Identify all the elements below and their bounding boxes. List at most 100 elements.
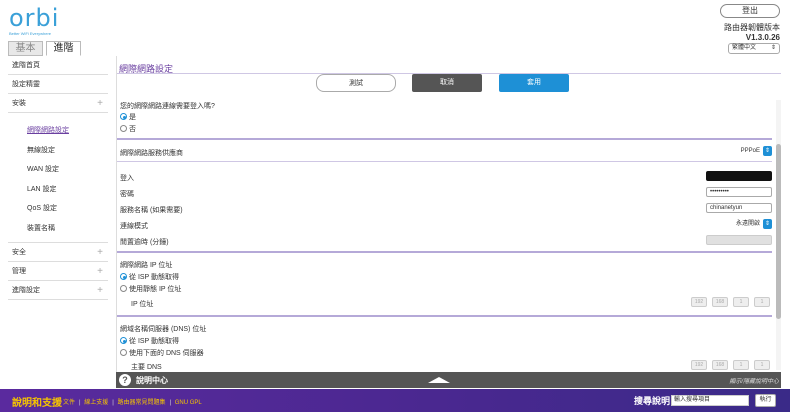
footer-links: 文件 | 線上支援 | 路由器常見問題集 | GNU GPL xyxy=(63,397,204,406)
section-divider xyxy=(117,315,772,317)
radio-icon[interactable] xyxy=(120,349,127,356)
ip-static-option[interactable]: 使用靜態 IP 位址 xyxy=(120,284,181,294)
sidebar-item-advanced-setup[interactable]: 進階設定 + xyxy=(8,281,108,300)
dns-octet-2[interactable]: 168 xyxy=(712,360,728,370)
footer-link-docs[interactable]: 文件 xyxy=(63,400,75,406)
header-right: 登出 路由器韌體版本 V1.3.0.26 繁體中文 ⇕ xyxy=(720,4,780,54)
isp-value: PPPoE xyxy=(740,148,760,154)
dns-dynamic-label: 從 ISP 動態取得 xyxy=(129,338,180,345)
radio-icon[interactable] xyxy=(120,285,127,292)
internet-ip-title: 網際網路 IP 位址 xyxy=(120,262,173,269)
sidebar-item-lan-setup[interactable]: LAN 設定 xyxy=(8,180,108,200)
login-yes-option[interactable]: 是 xyxy=(120,112,136,122)
login-no-label: 否 xyxy=(129,126,136,133)
radio-selected-icon[interactable] xyxy=(120,113,127,120)
dns-octet-3[interactable]: 1 xyxy=(733,360,749,370)
dns-manual-option[interactable]: 使用下面的 DNS 伺服器 xyxy=(120,348,204,358)
sidebar-item-administration[interactable]: 管理 + xyxy=(8,262,108,281)
service-name-label: 服務名稱 (如果需要) xyxy=(120,207,183,214)
chevron-up-icon[interactable] xyxy=(428,377,450,383)
login-label: 登入 xyxy=(120,175,134,182)
dns-title: 網域名稱伺服器 (DNS) 位址 xyxy=(120,326,207,333)
logo-text: orbi xyxy=(9,4,60,32)
settings-form: 您的網際網路連線需要登入嗎? 是 否 網際網路服務供應商 PPPoE ⇕ 登入 密… xyxy=(117,98,772,372)
sidebar-item-setup-wizard[interactable]: 設定精靈 xyxy=(8,75,108,94)
footer-link-online-support[interactable]: 線上支援 xyxy=(84,400,108,406)
idle-timeout-input[interactable] xyxy=(706,235,772,245)
toggle-help-link[interactable]: 顯示/隱藏說明中心 xyxy=(729,376,779,385)
main-panel: 網際網路設定 測試 取消 套用 您的網際網路連線需要登入嗎? 是 否 網際網路服… xyxy=(116,56,781,372)
sidebar-item-wireless-setup[interactable]: 無線設定 xyxy=(8,141,108,161)
help-support-title: 說明和支援 xyxy=(12,398,62,409)
isp-select[interactable]: PPPoE ⇕ xyxy=(732,146,772,156)
cancel-button[interactable]: 取消 xyxy=(412,74,482,92)
ip-dynamic-label: 從 ISP 動態取得 xyxy=(129,274,180,281)
primary-dns-label: 主要 DNS xyxy=(131,364,162,371)
ip-dynamic-option[interactable]: 從 ISP 動態取得 xyxy=(120,272,179,282)
password-label: 密碼 xyxy=(120,191,134,198)
dns-dynamic-option[interactable]: 從 ISP 動態取得 xyxy=(120,336,179,346)
login-input[interactable] xyxy=(706,171,772,181)
search-help-label: 搜尋說明 xyxy=(634,396,671,406)
select-arrows-icon: ⇕ xyxy=(763,146,772,156)
footer-link-faq[interactable]: 路由器常見問題集 xyxy=(118,400,166,406)
expand-plus-icon: + xyxy=(97,266,103,277)
dns-octet-4[interactable]: 1 xyxy=(754,360,770,370)
sidebar-item-security[interactable]: 安全 + xyxy=(8,243,108,262)
ip-octet-3[interactable]: 1 xyxy=(733,297,749,307)
isp-label: 網際網路服務供應商 xyxy=(120,150,183,157)
radio-selected-icon[interactable] xyxy=(120,273,127,280)
sidebar-item-label: 安裝 xyxy=(12,100,26,107)
tab-basic[interactable]: 基本 xyxy=(8,41,43,56)
search-input[interactable]: 輸入搜尋項目 xyxy=(671,395,749,406)
dns-manual-label: 使用下面的 DNS 伺服器 xyxy=(129,350,204,357)
link-separator: | xyxy=(169,400,172,406)
sidebar: 進階首頁 設定精靈 安裝 + 網際網路設定 無線設定 WAN 設定 LAN 設定 … xyxy=(8,56,108,300)
sidebar-item-label: 管理 xyxy=(12,268,26,275)
connection-mode-value: 永遠開啟 xyxy=(735,221,760,227)
connection-mode-select[interactable]: 永遠開啟 ⇕ xyxy=(728,219,772,229)
idle-timeout-label: 閒置逾時 (分鐘) xyxy=(120,239,169,246)
firmware-version: V1.3.0.26 xyxy=(745,33,780,42)
scrollbar-thumb[interactable] xyxy=(776,144,781,319)
sidebar-item-wan-setup[interactable]: WAN 設定 xyxy=(8,160,108,180)
select-arrows-icon: ⇕ xyxy=(763,219,772,229)
login-yes-label: 是 xyxy=(129,114,136,121)
radio-selected-icon[interactable] xyxy=(120,337,127,344)
expand-plus-icon: + xyxy=(97,247,103,258)
help-center-bar[interactable]: ? 說明中心 顯示/隱藏說明中心 xyxy=(116,372,781,388)
ip-octet-1[interactable]: 192 xyxy=(691,297,707,307)
expand-plus-icon: + xyxy=(97,98,103,109)
password-input[interactable]: ••••••••• xyxy=(706,187,772,197)
logout-button[interactable]: 登出 xyxy=(720,4,780,18)
link-separator: | xyxy=(112,400,114,406)
login-question: 您的網際網路連線需要登入嗎? xyxy=(120,103,215,110)
tab-advanced[interactable]: 進階 xyxy=(46,41,81,56)
footer: 說明和支援 文件 | 線上支援 | 路由器常見問題集 | GNU GPL 搜尋說明 輸… xyxy=(0,389,790,412)
radio-icon[interactable] xyxy=(120,125,127,132)
sidebar-item-device-name[interactable]: 裝置名稱 xyxy=(8,219,108,239)
scrollbar[interactable] xyxy=(776,100,781,370)
sidebar-item-label: 安全 xyxy=(12,249,26,256)
apply-button[interactable]: 套用 xyxy=(499,74,569,92)
search-go-button[interactable]: 執行 xyxy=(755,394,776,407)
ip-octet-2[interactable]: 168 xyxy=(712,297,728,307)
sidebar-item-label: 進階首頁 xyxy=(12,62,40,69)
section-divider xyxy=(117,251,772,253)
section-divider xyxy=(117,138,772,140)
section-divider xyxy=(117,161,772,162)
footer-link-gpl[interactable]: GNU GPL xyxy=(175,400,202,406)
sidebar-item-qos-setup[interactable]: QoS 設定 xyxy=(8,199,108,219)
dns-octet-1[interactable]: 192 xyxy=(691,360,707,370)
login-no-option[interactable]: 否 xyxy=(120,124,136,134)
sidebar-item-internet-setup[interactable]: 網際網路設定 xyxy=(8,121,108,141)
service-name-input[interactable]: chinanetyun xyxy=(706,203,772,213)
help-center-title: 說明中心 xyxy=(136,376,168,385)
language-select[interactable]: 繁體中文 ⇕ xyxy=(728,43,780,54)
sidebar-item-setup[interactable]: 安裝 + xyxy=(8,94,108,113)
ip-octet-4[interactable]: 1 xyxy=(754,297,770,307)
sidebar-item-advanced-home[interactable]: 進階首頁 xyxy=(8,56,108,75)
link-separator: | xyxy=(79,400,81,406)
test-button[interactable]: 測試 xyxy=(316,74,396,92)
select-arrows-icon: ⇕ xyxy=(770,45,776,51)
